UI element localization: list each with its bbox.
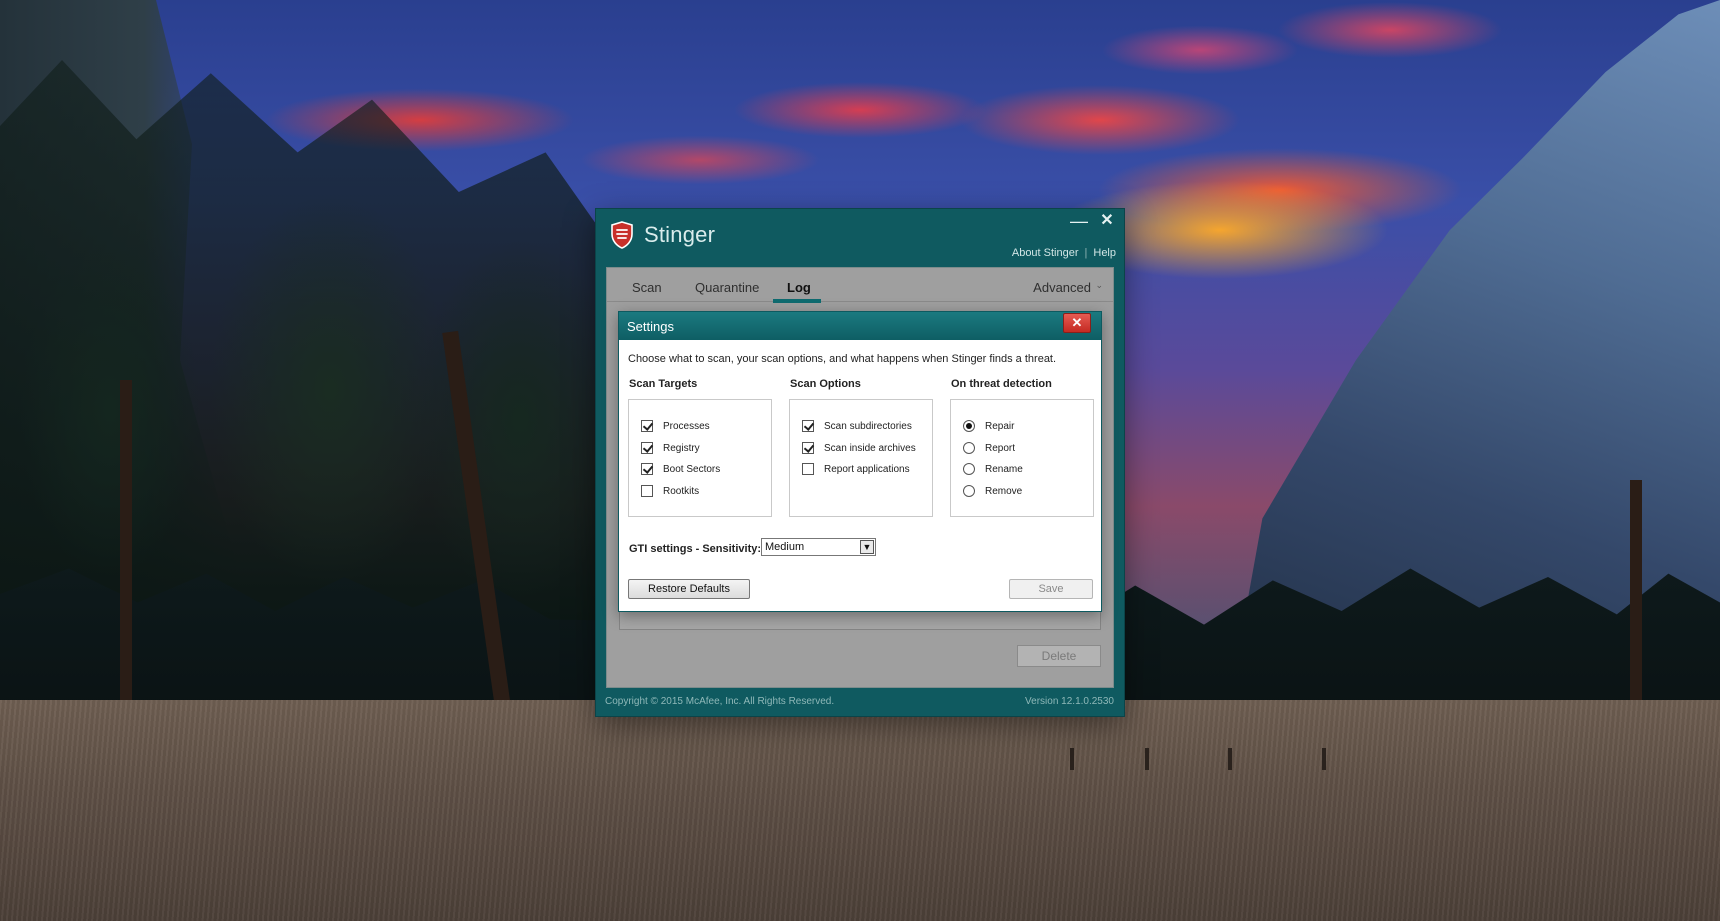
checkbox-label: Scan subdirectories (824, 420, 912, 432)
minimize-icon[interactable]: — (1068, 211, 1090, 231)
tab-log[interactable]: Log (787, 280, 811, 295)
radio-label: Report (985, 442, 1016, 454)
checkbox-boot-sectors-box[interactable] (641, 463, 653, 475)
help-link[interactable]: Help (1093, 247, 1116, 259)
gti-sensitivity-select[interactable]: Medium ▼ (761, 538, 876, 556)
radio-rename[interactable]: Rename (963, 462, 1023, 476)
radio-report[interactable]: Report (963, 441, 1015, 455)
app-brand: Stinger (610, 221, 715, 249)
checkbox-scan-inside-archives-box[interactable] (802, 442, 814, 454)
radio-rename-dot[interactable] (963, 463, 975, 475)
restore-defaults-button[interactable]: Restore Defaults (628, 579, 750, 599)
checkbox-processes[interactable]: Processes (641, 419, 710, 433)
threat-detection-label: On threat detection (951, 378, 1052, 390)
scan-targets-label: Scan Targets (629, 378, 698, 390)
close-icon[interactable]: ✕ (1096, 211, 1118, 231)
scan-options-group: Scan subdirectories Scan inside archives… (789, 399, 933, 517)
checkbox-label: Processes (663, 420, 710, 432)
radio-remove-dot[interactable] (963, 485, 975, 497)
link-separator: | (1084, 247, 1088, 259)
checkbox-label: Scan inside archives (824, 442, 916, 454)
save-button[interactable]: Save (1009, 579, 1093, 599)
dialog-titlebar[interactable]: Settings ✕ (619, 312, 1101, 340)
checkbox-label: Boot Sectors (663, 463, 721, 475)
delete-button[interactable]: Delete (1017, 645, 1101, 667)
checkbox-report-applications-box[interactable] (802, 463, 814, 475)
checkbox-label: Registry (663, 442, 700, 454)
checkbox-boot-sectors[interactable]: Boot Sectors (641, 462, 720, 476)
gti-sensitivity-value: Medium (765, 541, 805, 553)
dialog-title: Settings (627, 319, 674, 334)
dialog-close-button[interactable]: ✕ (1063, 313, 1091, 333)
checkbox-label: Rootkits (663, 485, 700, 497)
checkbox-processes-box[interactable] (641, 420, 653, 432)
scan-options-label: Scan Options (790, 378, 861, 390)
checkbox-rootkits-box[interactable] (641, 485, 653, 497)
checkbox-label: Report applications (824, 463, 910, 475)
scan-targets-group: Processes Registry Boot Sectors Rootkits (628, 399, 772, 517)
radio-label: Remove (985, 485, 1023, 497)
chevron-down-icon[interactable]: ▼ (860, 540, 874, 554)
checkbox-rootkits[interactable]: Rootkits (641, 484, 699, 498)
tab-scan[interactable]: Scan (632, 280, 662, 295)
radio-label: Rename (985, 463, 1023, 475)
top-links: About Stinger | Help (1012, 247, 1116, 259)
window-footer: Copyright © 2015 McAfee, Inc. All Rights… (605, 696, 1114, 710)
checkbox-scan-subdirectories[interactable]: Scan subdirectories (802, 419, 912, 433)
tree-trunk (120, 380, 132, 710)
tab-quarantine[interactable]: Quarantine (695, 280, 759, 295)
checkbox-registry-box[interactable] (641, 442, 653, 454)
radio-label: Repair (985, 420, 1015, 432)
app-title: Stinger (644, 222, 716, 247)
settings-description: Choose what to scan, your scan options, … (628, 353, 1057, 365)
radio-remove[interactable]: Remove (963, 484, 1022, 498)
version-text: Version 12.1.0.2530 (1025, 696, 1114, 707)
tab-advanced[interactable]: Advanced (1033, 280, 1091, 295)
radio-repair[interactable]: Repair (963, 419, 1014, 433)
chevron-down-icon: ⌄ (1095, 280, 1103, 290)
fence-post (1228, 748, 1232, 770)
radio-repair-dot[interactable] (963, 420, 975, 432)
checkbox-scan-inside-archives[interactable]: Scan inside archives (802, 441, 916, 455)
meadow (0, 700, 1720, 921)
threat-detection-group: Repair Report Rename Remove (950, 399, 1094, 517)
gti-sensitivity-label: GTI settings - Sensitivity: (629, 543, 762, 555)
active-tab-indicator (773, 299, 821, 303)
settings-dialog: Settings ✕ Choose what to scan, your sca… (618, 311, 1102, 612)
checkbox-registry[interactable]: Registry (641, 441, 700, 455)
tab-bar: Scan Quarantine Log Advanced ⌄ (607, 268, 1113, 303)
copyright-text: Copyright © 2015 McAfee, Inc. All Rights… (605, 696, 835, 707)
fence-post (1145, 748, 1149, 770)
checkbox-scan-subdirectories-box[interactable] (802, 420, 814, 432)
fence-post (1322, 748, 1326, 770)
close-icon: ✕ (1071, 315, 1083, 330)
radio-report-dot[interactable] (963, 442, 975, 454)
checkbox-report-applications[interactable]: Report applications (802, 462, 910, 476)
shield-icon (611, 221, 633, 249)
fence-post (1070, 748, 1074, 770)
about-link[interactable]: About Stinger (1012, 247, 1079, 259)
